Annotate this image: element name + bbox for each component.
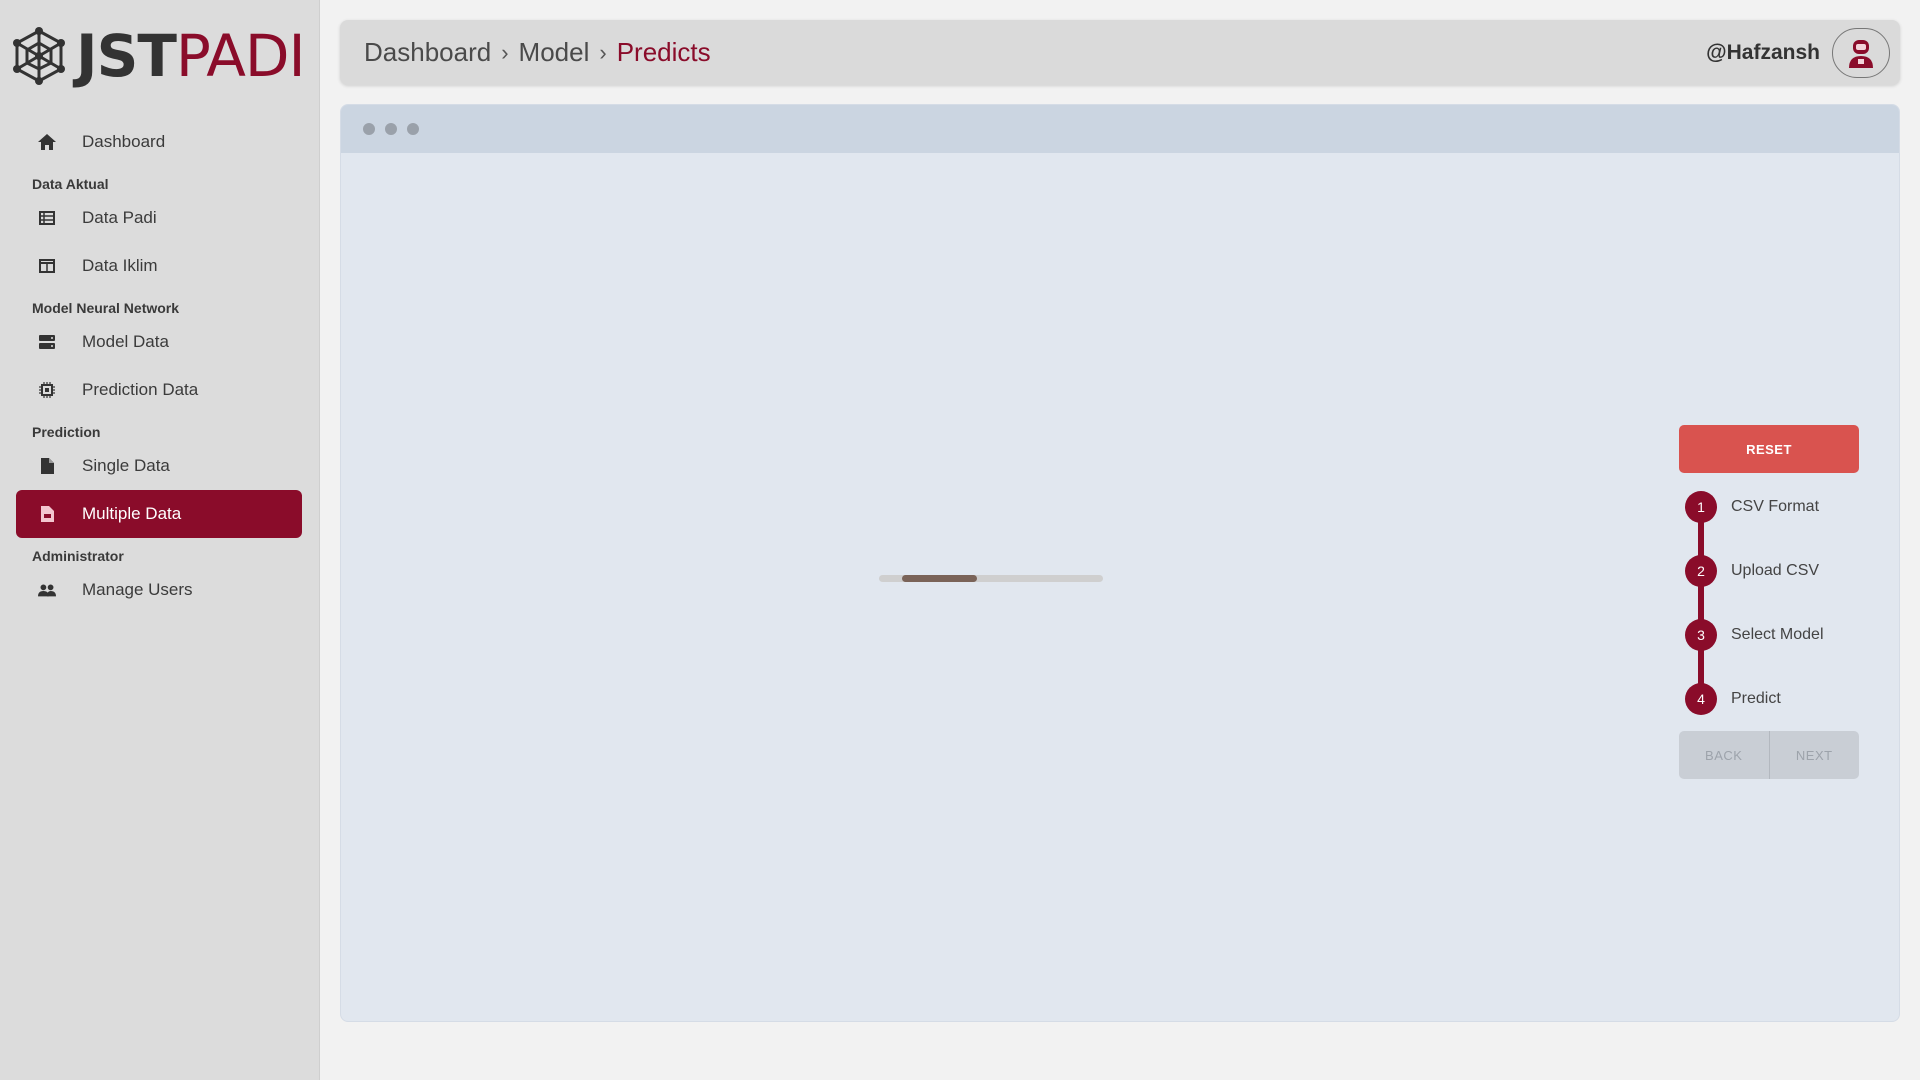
server-icon bbox=[38, 333, 56, 351]
next-button[interactable]: NEXT bbox=[1769, 731, 1859, 779]
stepper-nav-buttons: BACK NEXT bbox=[1679, 731, 1859, 779]
sidebar-item-label: Data Padi bbox=[82, 208, 157, 227]
window-dot-icon bbox=[385, 123, 397, 135]
chevron-right-icon: › bbox=[599, 39, 607, 65]
sidebar-item-label: Data Iklim bbox=[82, 256, 158, 275]
columns-icon bbox=[38, 257, 56, 275]
step-label: Select Model bbox=[1731, 626, 1824, 643]
neural-network-icon bbox=[13, 27, 65, 85]
sidebar-section-model-neural-network: Model Neural Network bbox=[32, 300, 180, 316]
step-upload-csv[interactable]: 2 Upload CSV bbox=[1683, 555, 1883, 619]
sidebar-item-label: Multiple Data bbox=[82, 504, 182, 523]
breadcrumb-item-model[interactable]: Model bbox=[519, 37, 590, 68]
step-label: Predict bbox=[1731, 690, 1781, 707]
brand-name-part1: JST bbox=[76, 22, 177, 90]
breadcrumb: Dashboard › Model › Predicts bbox=[364, 20, 711, 85]
step-select-model[interactable]: 3 Select Model bbox=[1683, 619, 1883, 683]
sidebar-item-dashboard[interactable]: Dashboard bbox=[16, 118, 302, 166]
sidebar-item-label: Manage Users bbox=[82, 580, 193, 599]
sidebar-item-single-data[interactable]: Single Data bbox=[16, 442, 302, 490]
sidebar-item-prediction-data[interactable]: Prediction Data bbox=[16, 366, 302, 414]
chevron-right-icon: › bbox=[501, 39, 509, 65]
brand-name-part2: PADI bbox=[175, 22, 306, 90]
table-icon bbox=[38, 209, 56, 227]
sidebar-item-label: Prediction Data bbox=[82, 380, 199, 399]
csv-file-icon bbox=[38, 505, 56, 523]
step-label: Upload CSV bbox=[1731, 562, 1820, 579]
stepper: 1 CSV Format 2 Upload CSV 3 Select Model… bbox=[1683, 491, 1883, 747]
sidebar-item-manage-users[interactable]: Manage Users bbox=[16, 566, 302, 614]
loading-bar bbox=[879, 575, 1103, 582]
prediction-panel: RESET 1 CSV Format 2 Upload CSV 3 Select… bbox=[340, 104, 1900, 1022]
top-header: Dashboard › Model › Predicts @Hafzansh bbox=[340, 20, 1900, 85]
step-number: 1 bbox=[1685, 491, 1717, 523]
sidebar-nav: Dashboard Data Aktual Data Padi Data Ikl… bbox=[16, 118, 302, 614]
step-csv-format[interactable]: 1 CSV Format bbox=[1683, 491, 1883, 555]
sidebar-item-label: Model Data bbox=[82, 332, 169, 351]
sidebar-item-label: Single Data bbox=[82, 456, 170, 475]
avatar[interactable] bbox=[1832, 27, 1890, 78]
sidebar-item-label: Dashboard bbox=[82, 132, 166, 151]
back-button[interactable]: BACK bbox=[1679, 731, 1770, 779]
brand-logo[interactable]: JSTPADI bbox=[12, 22, 306, 90]
username-label: @Hafzansh bbox=[1706, 40, 1820, 64]
sidebar-item-data-padi[interactable]: Data Padi bbox=[16, 194, 302, 242]
file-icon bbox=[38, 457, 56, 475]
step-number: 2 bbox=[1685, 555, 1717, 587]
users-icon bbox=[38, 581, 56, 599]
loading-bar-indicator bbox=[902, 575, 977, 582]
sidebar-section-administrator: Administrator bbox=[32, 548, 124, 564]
sidebar-item-multiple-data[interactable]: Multiple Data bbox=[16, 490, 302, 538]
sidebar-item-data-iklim[interactable]: Data Iklim bbox=[16, 242, 302, 290]
breadcrumb-item-current: Predicts bbox=[616, 37, 711, 67]
user-avatar-icon bbox=[1849, 39, 1873, 68]
panel-titlebar bbox=[341, 105, 1899, 153]
window-dot-icon bbox=[407, 123, 419, 135]
step-number: 4 bbox=[1685, 683, 1717, 715]
sidebar-section-prediction: Prediction bbox=[32, 424, 101, 440]
sidebar-item-model-data[interactable]: Model Data bbox=[16, 318, 302, 366]
user-menu[interactable]: @Hafzansh bbox=[1706, 20, 1890, 85]
reset-button[interactable]: RESET bbox=[1679, 425, 1859, 473]
window-dot-icon bbox=[363, 123, 375, 135]
sidebar-section-data-aktual: Data Aktual bbox=[32, 176, 109, 192]
step-label: CSV Format bbox=[1731, 498, 1820, 515]
chip-icon bbox=[38, 381, 56, 399]
breadcrumb-item-dashboard[interactable]: Dashboard bbox=[364, 37, 491, 68]
home-icon bbox=[38, 133, 56, 151]
step-number: 3 bbox=[1685, 619, 1717, 651]
sidebar: JSTPADI Dashboard Data Aktual Data Padi … bbox=[0, 0, 320, 1080]
